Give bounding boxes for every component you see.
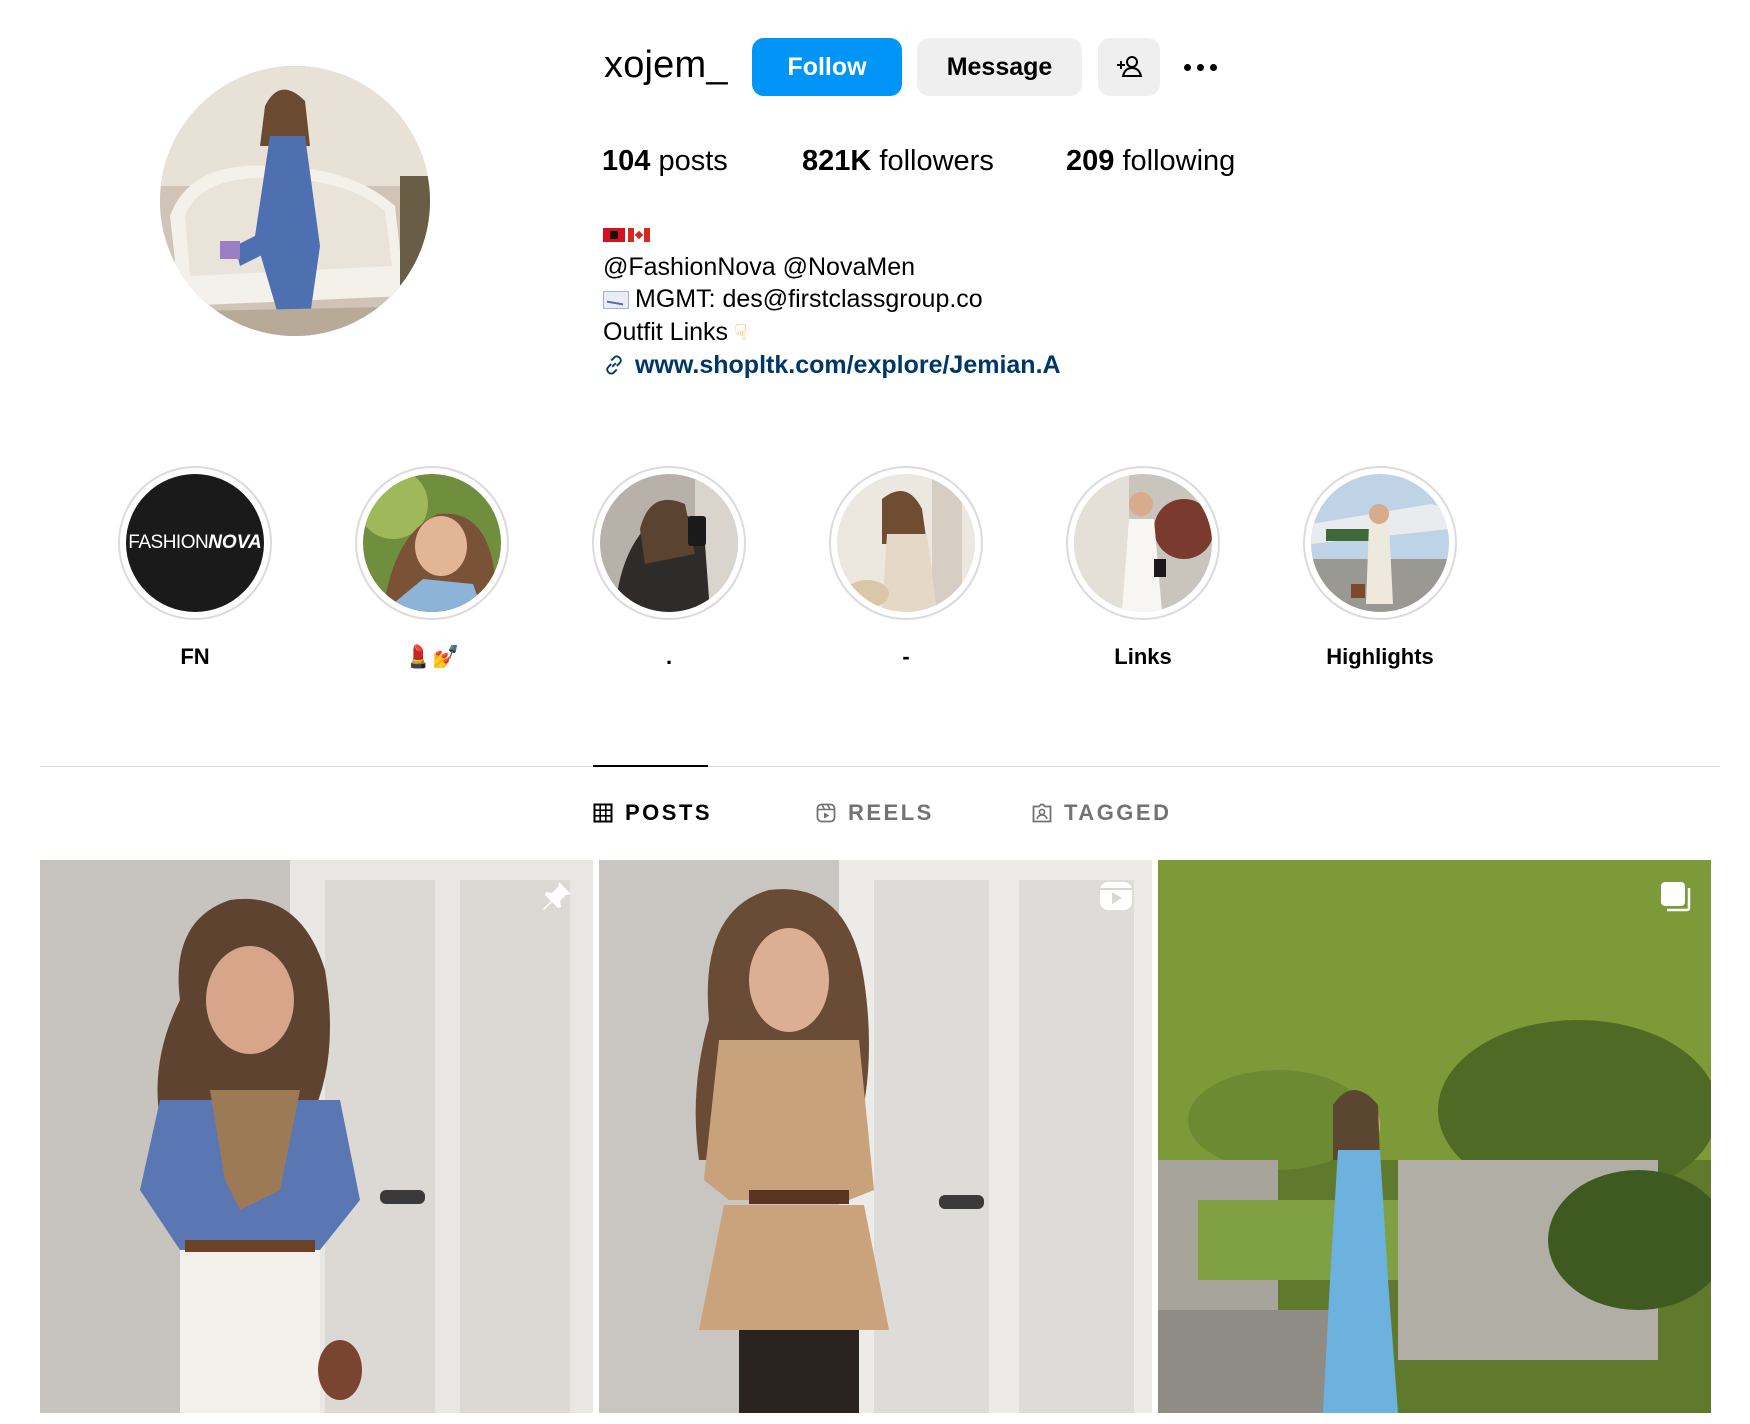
suggest-accounts-button[interactable] (1098, 38, 1160, 96)
highlight-cover (1074, 474, 1212, 612)
bio-mentions[interactable]: @FashionNova @NovaMen (603, 251, 1061, 284)
tab-posts[interactable]: POSTS (593, 800, 712, 826)
reel-icon (1100, 882, 1132, 910)
highlight-ring: FASHION NOVA (118, 466, 272, 620)
carousel-icon (1661, 882, 1691, 912)
link-icon (606, 355, 622, 375)
highlight-label: . (665, 644, 673, 669)
highlight-ring (1303, 466, 1457, 620)
add-person-icon (1117, 56, 1143, 77)
albania-flag-icon (603, 228, 625, 243)
highlight-ring (355, 466, 509, 620)
more-options-icon (1183, 63, 1217, 71)
highlight-label: Highlights (1326, 644, 1434, 669)
post-image (1158, 860, 1711, 1413)
message-button[interactable]: Message (917, 38, 1082, 96)
post-tile-1[interactable] (40, 860, 593, 1413)
highlight-links[interactable]: Links (1063, 466, 1223, 670)
tabs-divider (40, 766, 1720, 767)
stat-label: posts (658, 145, 728, 177)
profile-avatar[interactable] (160, 66, 430, 336)
follow-button[interactable]: Follow (752, 38, 902, 96)
canada-flag-icon (628, 228, 650, 243)
grid-icon (593, 803, 613, 823)
active-tab-indicator (593, 765, 708, 767)
profile-username: xojem_ (604, 44, 728, 86)
highlight-ring (592, 466, 746, 620)
envelope-icon (603, 291, 629, 310)
highlight-label: - (902, 644, 910, 669)
bio-outfit-row: Outfit Links ☟ (603, 316, 1061, 350)
tab-reels[interactable]: REELS (816, 800, 934, 826)
fashion-nova-logo: FASHION NOVA (126, 474, 264, 612)
highlight-highlights[interactable]: Highlights (1300, 466, 1460, 670)
bio-mgmt-row: MGMT: des@firstclassgroup.co (603, 283, 1061, 316)
pin-icon (543, 882, 571, 910)
post-tile-2[interactable] (599, 860, 1152, 1413)
stat-following[interactable]: 209 following (1066, 145, 1235, 178)
highlight-cover (600, 474, 738, 612)
stat-count: 209 (1066, 145, 1115, 177)
highlight-beauty[interactable]: 💄💅 (352, 466, 512, 670)
stat-count: 104 (602, 145, 651, 177)
tab-label: TAGGED (1064, 800, 1172, 825)
more-options-button[interactable] (1172, 38, 1228, 96)
tab-tagged[interactable]: TAGGED (1032, 800, 1171, 826)
highlight-label: FN (180, 644, 210, 669)
reels-icon (816, 803, 836, 823)
pointing-down-icon: ☟ (734, 319, 748, 345)
highlight-fn[interactable]: FASHION NOVA FN (115, 466, 275, 670)
highlight-label: Links (1114, 644, 1172, 669)
stat-label: following (1122, 145, 1236, 177)
stat-label: followers (879, 145, 994, 177)
bio-outfit: Outfit Links (603, 317, 729, 346)
highlight-cover (1311, 474, 1449, 612)
post-image (40, 860, 593, 1413)
tab-label: POSTS (625, 800, 713, 825)
post-image (599, 860, 1152, 1413)
highlight-dot[interactable]: . (589, 466, 749, 670)
stat-followers[interactable]: 821K followers (802, 145, 994, 178)
highlight-dash[interactable]: - (826, 466, 986, 670)
highlight-label: 💄💅 (404, 644, 460, 669)
post-tile-3[interactable] (1158, 860, 1711, 1413)
stat-count: 821K (802, 145, 872, 177)
highlight-ring (829, 466, 983, 620)
tagged-icon (1032, 803, 1052, 823)
bio-mgmt: MGMT: des@firstclassgroup.co (635, 285, 983, 313)
highlight-cover (837, 474, 975, 612)
highlight-cover (363, 474, 501, 612)
stat-posts: 104 posts (602, 145, 728, 178)
tab-label: REELS (848, 800, 934, 825)
avatar-photo (160, 66, 430, 336)
highlight-ring (1066, 466, 1220, 620)
profile-bio: @FashionNova @NovaMen MGMT: des@firstcla… (603, 218, 1061, 382)
bio-flags (603, 218, 1061, 251)
bio-link-text: www.shopltk.com/explore/Jemian.A (635, 351, 1061, 379)
bio-link[interactable]: www.shopltk.com/explore/Jemian.A (603, 349, 1061, 382)
